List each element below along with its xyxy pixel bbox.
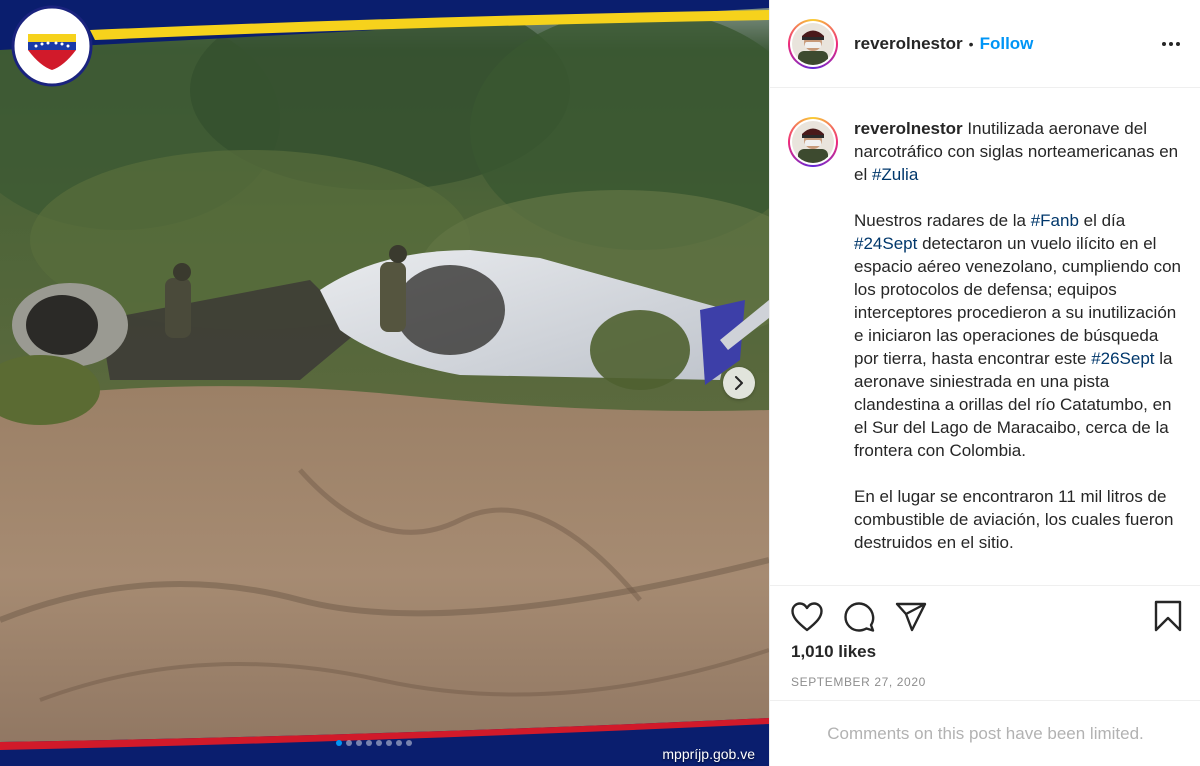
more-options-icon[interactable] — [1161, 34, 1181, 54]
post-side-panel: reverolnestor • Follow reverolnestor Inu… — [769, 0, 1200, 766]
carousel-dot — [366, 740, 372, 746]
heart-icon — [791, 602, 823, 632]
like-count[interactable]: 1,010 likes — [791, 642, 876, 662]
profile-photo — [792, 22, 834, 65]
avatar[interactable] — [788, 18, 838, 69]
instagram-post: mppríjp.gob.ve reverolnestor • Follow re… — [0, 0, 1200, 766]
carousel-dot — [406, 740, 412, 746]
comment-button[interactable] — [842, 600, 876, 634]
hashtag-link[interactable]: #24Sept — [854, 234, 917, 253]
post-photo — [0, 0, 769, 766]
caption-avatar[interactable] — [788, 117, 838, 167]
comment-icon — [844, 602, 875, 632]
follow-button[interactable]: Follow — [980, 34, 1034, 54]
caption-paragraph-2: Nuestros radares de la #Fanb el día #24S… — [854, 209, 1184, 462]
caption-paragraph-1: reverolnestor Inutilizada aeronave del n… — [854, 117, 1184, 186]
like-button[interactable] — [790, 600, 824, 634]
hashtag-link[interactable]: #Zulia — [872, 165, 918, 184]
caption-text-run: Nuestros radares de la — [854, 211, 1031, 230]
save-button[interactable] — [1151, 599, 1185, 633]
profile-photo — [792, 121, 834, 163]
next-slide-button[interactable] — [723, 367, 755, 399]
chevron-right-icon — [735, 376, 743, 390]
share-icon — [895, 602, 927, 632]
carousel-dot — [386, 740, 392, 746]
post-actions: 1,010 likes SEPTEMBER 27, 2020 — [770, 585, 1200, 689]
post-header: reverolnestor • Follow — [770, 0, 1200, 88]
caption-text: reverolnestor Inutilizada aeronave del n… — [854, 117, 1184, 554]
header-separator: • — [968, 35, 974, 52]
caption-text-run: En el lugar se encontraron 11 mil litros… — [854, 487, 1174, 552]
caption-paragraph-3: En el lugar se encontraron 11 mil litros… — [854, 485, 1184, 554]
hashtag-link[interactable]: #Fanb — [1031, 211, 1079, 230]
carousel-dot — [376, 740, 382, 746]
post-date[interactable]: SEPTEMBER 27, 2020 — [791, 675, 926, 689]
post-media[interactable]: mppríjp.gob.ve — [0, 0, 769, 766]
carousel-dot — [396, 740, 402, 746]
comments-limited-notice: Comments on this post have been limited. — [770, 700, 1200, 766]
carousel-dot — [336, 740, 342, 746]
post-caption: reverolnestor Inutilizada aeronave del n… — [770, 89, 1200, 585]
caption-text-run: detectaron un vuelo ilícito en el espaci… — [854, 234, 1182, 368]
share-button[interactable] — [894, 600, 928, 634]
caption-username[interactable]: reverolnestor — [854, 119, 963, 138]
ministry-logo — [11, 5, 93, 87]
media-watermark: mppríjp.gob.ve — [662, 746, 755, 762]
carousel-indicator — [336, 740, 412, 746]
header-username[interactable]: reverolnestor — [854, 34, 963, 54]
hashtag-link[interactable]: #26Sept — [1091, 349, 1154, 368]
carousel-dot — [356, 740, 362, 746]
bookmark-icon — [1154, 600, 1182, 632]
caption-text-run: el día — [1078, 211, 1126, 230]
carousel-dot — [346, 740, 352, 746]
